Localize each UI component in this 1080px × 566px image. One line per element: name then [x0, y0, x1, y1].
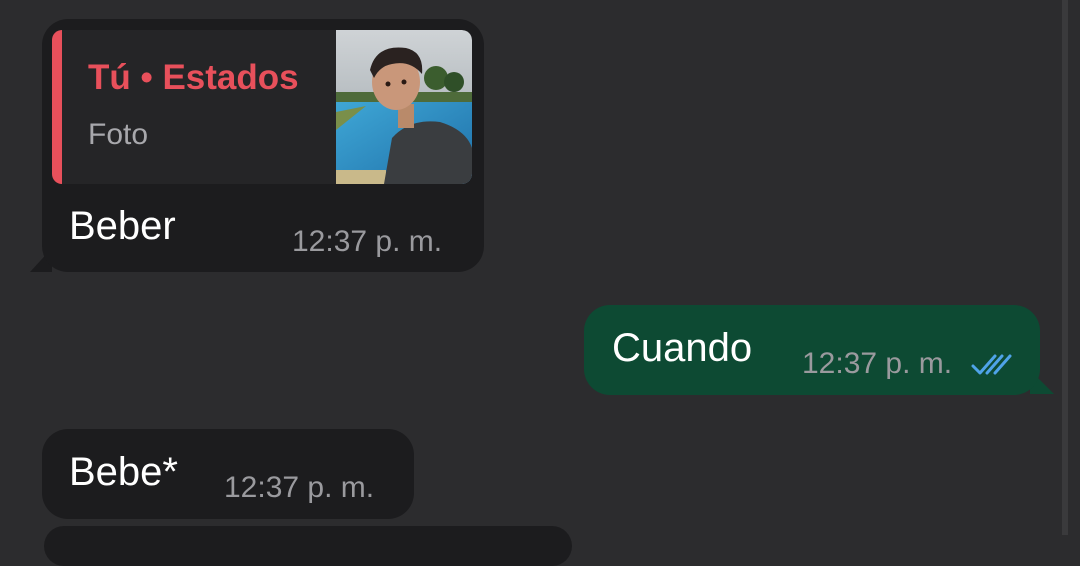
quote-type-label: Foto [88, 118, 149, 151]
scrollbar[interactable] [1062, 0, 1068, 535]
read-double-check-icon [970, 352, 1014, 383]
quoted-status[interactable]: Tú • Estados Foto [52, 30, 472, 184]
message-timestamp: 12:37 p. m. [802, 347, 953, 380]
quote-accent-bar [52, 30, 62, 184]
message-text: Bebe* [69, 450, 178, 494]
message-timestamp: 12:37 p. m. [224, 471, 375, 504]
status-photo-thumbnail[interactable] [336, 30, 472, 184]
message-bubble-incoming[interactable] [44, 526, 572, 566]
quote-author: Tú • Estados [88, 58, 299, 97]
message-text: Cuando [612, 326, 753, 370]
message-text: Beber [69, 204, 176, 248]
message-timestamp: 12:37 p. m. [292, 225, 443, 258]
